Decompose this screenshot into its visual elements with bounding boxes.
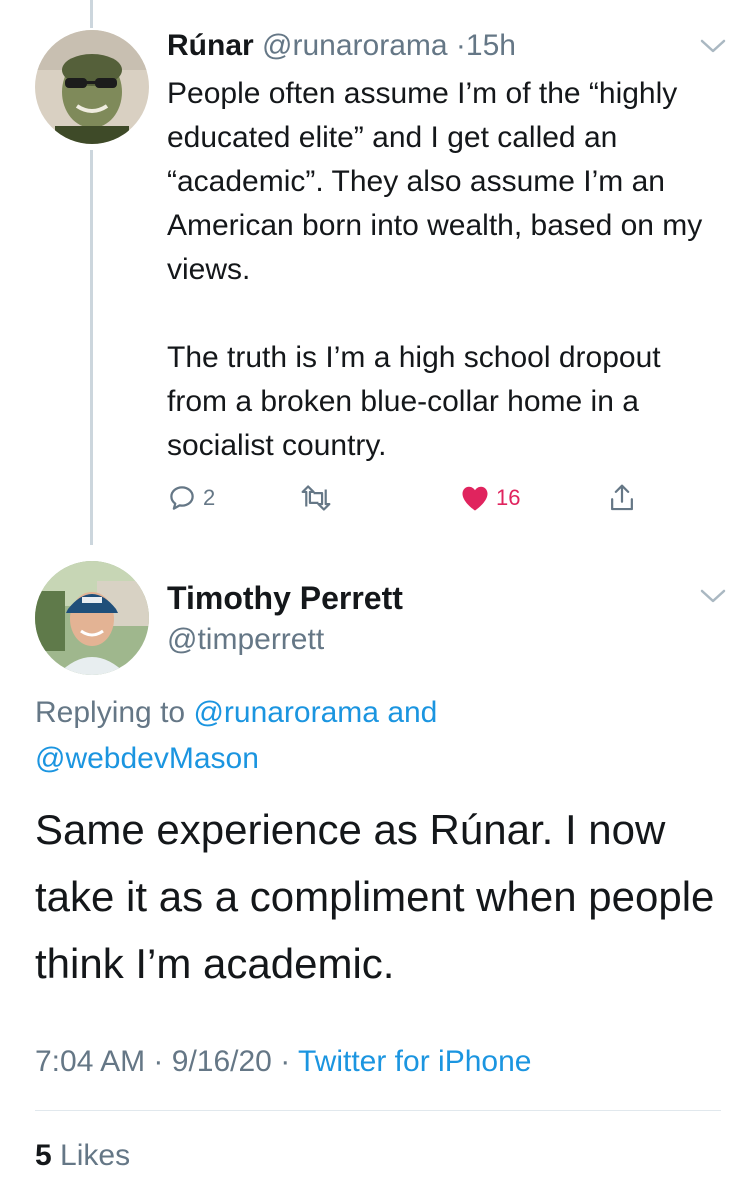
tweet-header: Rúnar @runarorama ·15h <box>167 28 516 64</box>
tweet-actions: 2 16 <box>167 478 647 518</box>
meta-separator: · <box>153 1045 164 1078</box>
timothy-avatar[interactable] <box>35 561 149 675</box>
replying-and[interactable]: and <box>387 696 437 729</box>
thread-line <box>90 150 93 545</box>
reply-count: 2 <box>203 485 216 510</box>
reply-button[interactable]: 2 <box>167 478 215 518</box>
author-name[interactable]: Rúnar <box>167 29 254 62</box>
likes-summary[interactable]: 5 Likes <box>35 1136 130 1176</box>
like-count: 16 <box>496 485 521 510</box>
thread-line-top <box>90 0 93 28</box>
tweet-time-ago[interactable]: 15h <box>466 29 516 62</box>
heart-icon <box>462 486 488 511</box>
share-button[interactable] <box>607 478 637 518</box>
author-handle[interactable]: @runarorama <box>262 29 448 62</box>
chevron-down-icon[interactable] <box>700 588 726 604</box>
tweet-text: Same experience as Rúnar. I now take it … <box>35 806 715 987</box>
mention-link[interactable]: @runarorama <box>193 696 379 729</box>
divider <box>35 1110 721 1111</box>
runar-avatar[interactable] <box>35 30 149 144</box>
replying-prefix: Replying to <box>35 696 186 729</box>
likes-count: 5 <box>35 1139 52 1172</box>
header-separator: · <box>455 29 466 62</box>
reply-icon <box>170 486 194 510</box>
replying-to: Replying to @runarorama and @webdevMason <box>35 690 725 782</box>
tweet-time: 7:04 AM <box>35 1045 146 1078</box>
likes-label: Likes <box>60 1139 131 1172</box>
tweet-paragraph: People often assume I’m of the “highly e… <box>167 77 703 286</box>
tweet-date: 9/16/20 <box>171 1045 272 1078</box>
mention-link[interactable]: @webdevMason <box>35 742 259 775</box>
share-icon <box>611 484 633 511</box>
like-button[interactable]: 16 <box>460 478 520 518</box>
tweet-source[interactable]: Twitter for iPhone <box>298 1045 531 1078</box>
meta-separator: · <box>280 1045 291 1078</box>
tweet-paragraph: The truth is I’m a high school dropout f… <box>167 341 661 462</box>
author-handle[interactable]: @timperrett <box>167 620 324 660</box>
author-name[interactable]: Timothy Perrett <box>167 578 403 618</box>
retweet-button[interactable] <box>299 478 333 518</box>
tweet-meta: 7:04 AM · 9/16/20 · Twitter for iPhone <box>35 1040 531 1084</box>
retweet-icon <box>301 485 331 511</box>
tweet-text: People often assume I’m of the “highly e… <box>167 72 707 468</box>
chevron-down-icon[interactable] <box>700 38 726 54</box>
